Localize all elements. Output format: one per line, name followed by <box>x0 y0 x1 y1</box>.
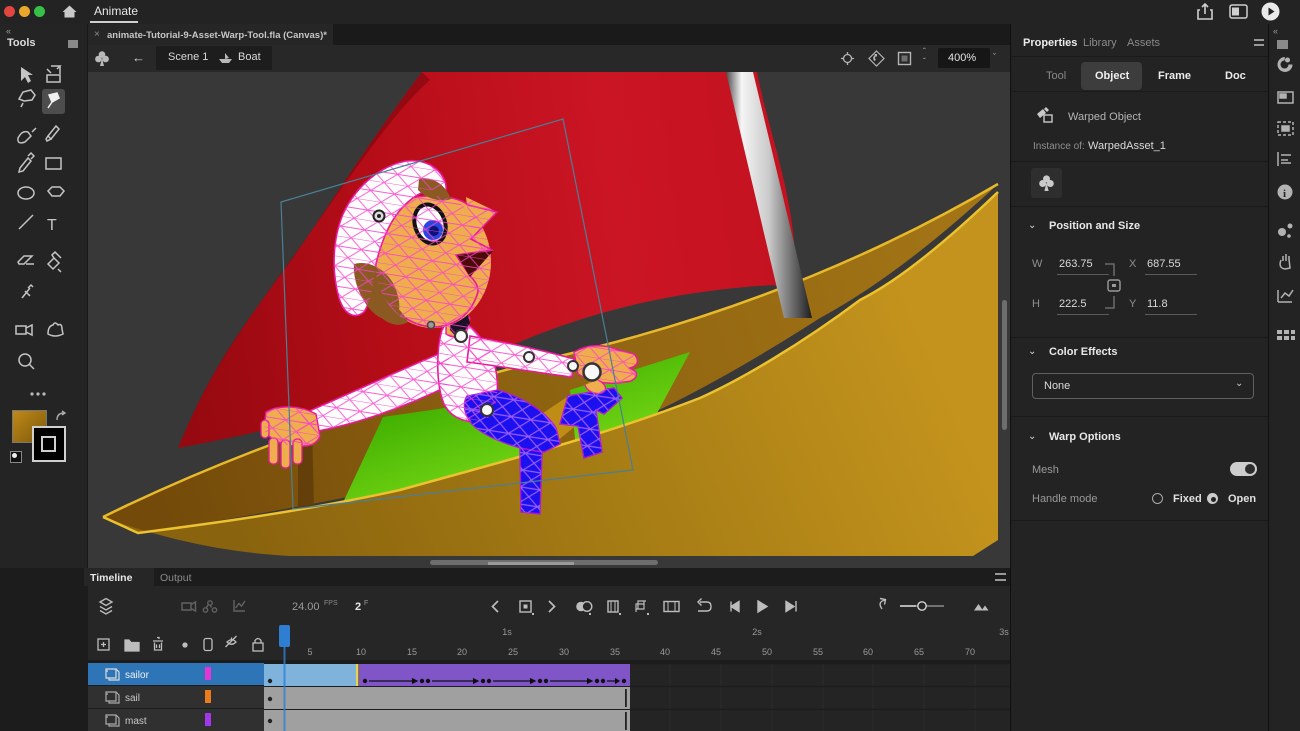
svg-text:25: 25 <box>508 647 518 657</box>
svg-text:3s: 3s <box>999 627 1009 637</box>
svg-text:45: 45 <box>711 647 721 657</box>
svg-text:55: 55 <box>813 647 823 657</box>
svg-text:5: 5 <box>307 647 312 657</box>
svg-text:70: 70 <box>965 647 975 657</box>
svg-text:i: i <box>1283 188 1286 200</box>
svg-text:30: 30 <box>559 647 569 657</box>
svg-text:35: 35 <box>610 647 620 657</box>
svg-text:15: 15 <box>407 647 417 657</box>
svg-text:20: 20 <box>457 647 467 657</box>
svg-text:sail: sail <box>125 693 140 704</box>
svg-text:FPS: FPS <box>324 600 338 607</box>
svg-text:2s: 2s <box>752 627 762 637</box>
svg-text:1s: 1s <box>502 627 512 637</box>
svg-text:T: T <box>47 217 57 234</box>
svg-text:40: 40 <box>660 647 670 657</box>
svg-text:mast: mast <box>125 716 147 727</box>
svg-text:65: 65 <box>914 647 924 657</box>
svg-text:50: 50 <box>762 647 772 657</box>
svg-text:F: F <box>364 600 368 607</box>
svg-text:60: 60 <box>863 647 873 657</box>
svg-text:sailor: sailor <box>125 670 150 681</box>
svg-text:10: 10 <box>356 647 366 657</box>
svg-text:24.00: 24.00 <box>292 601 320 613</box>
svg-text:2: 2 <box>355 601 361 613</box>
